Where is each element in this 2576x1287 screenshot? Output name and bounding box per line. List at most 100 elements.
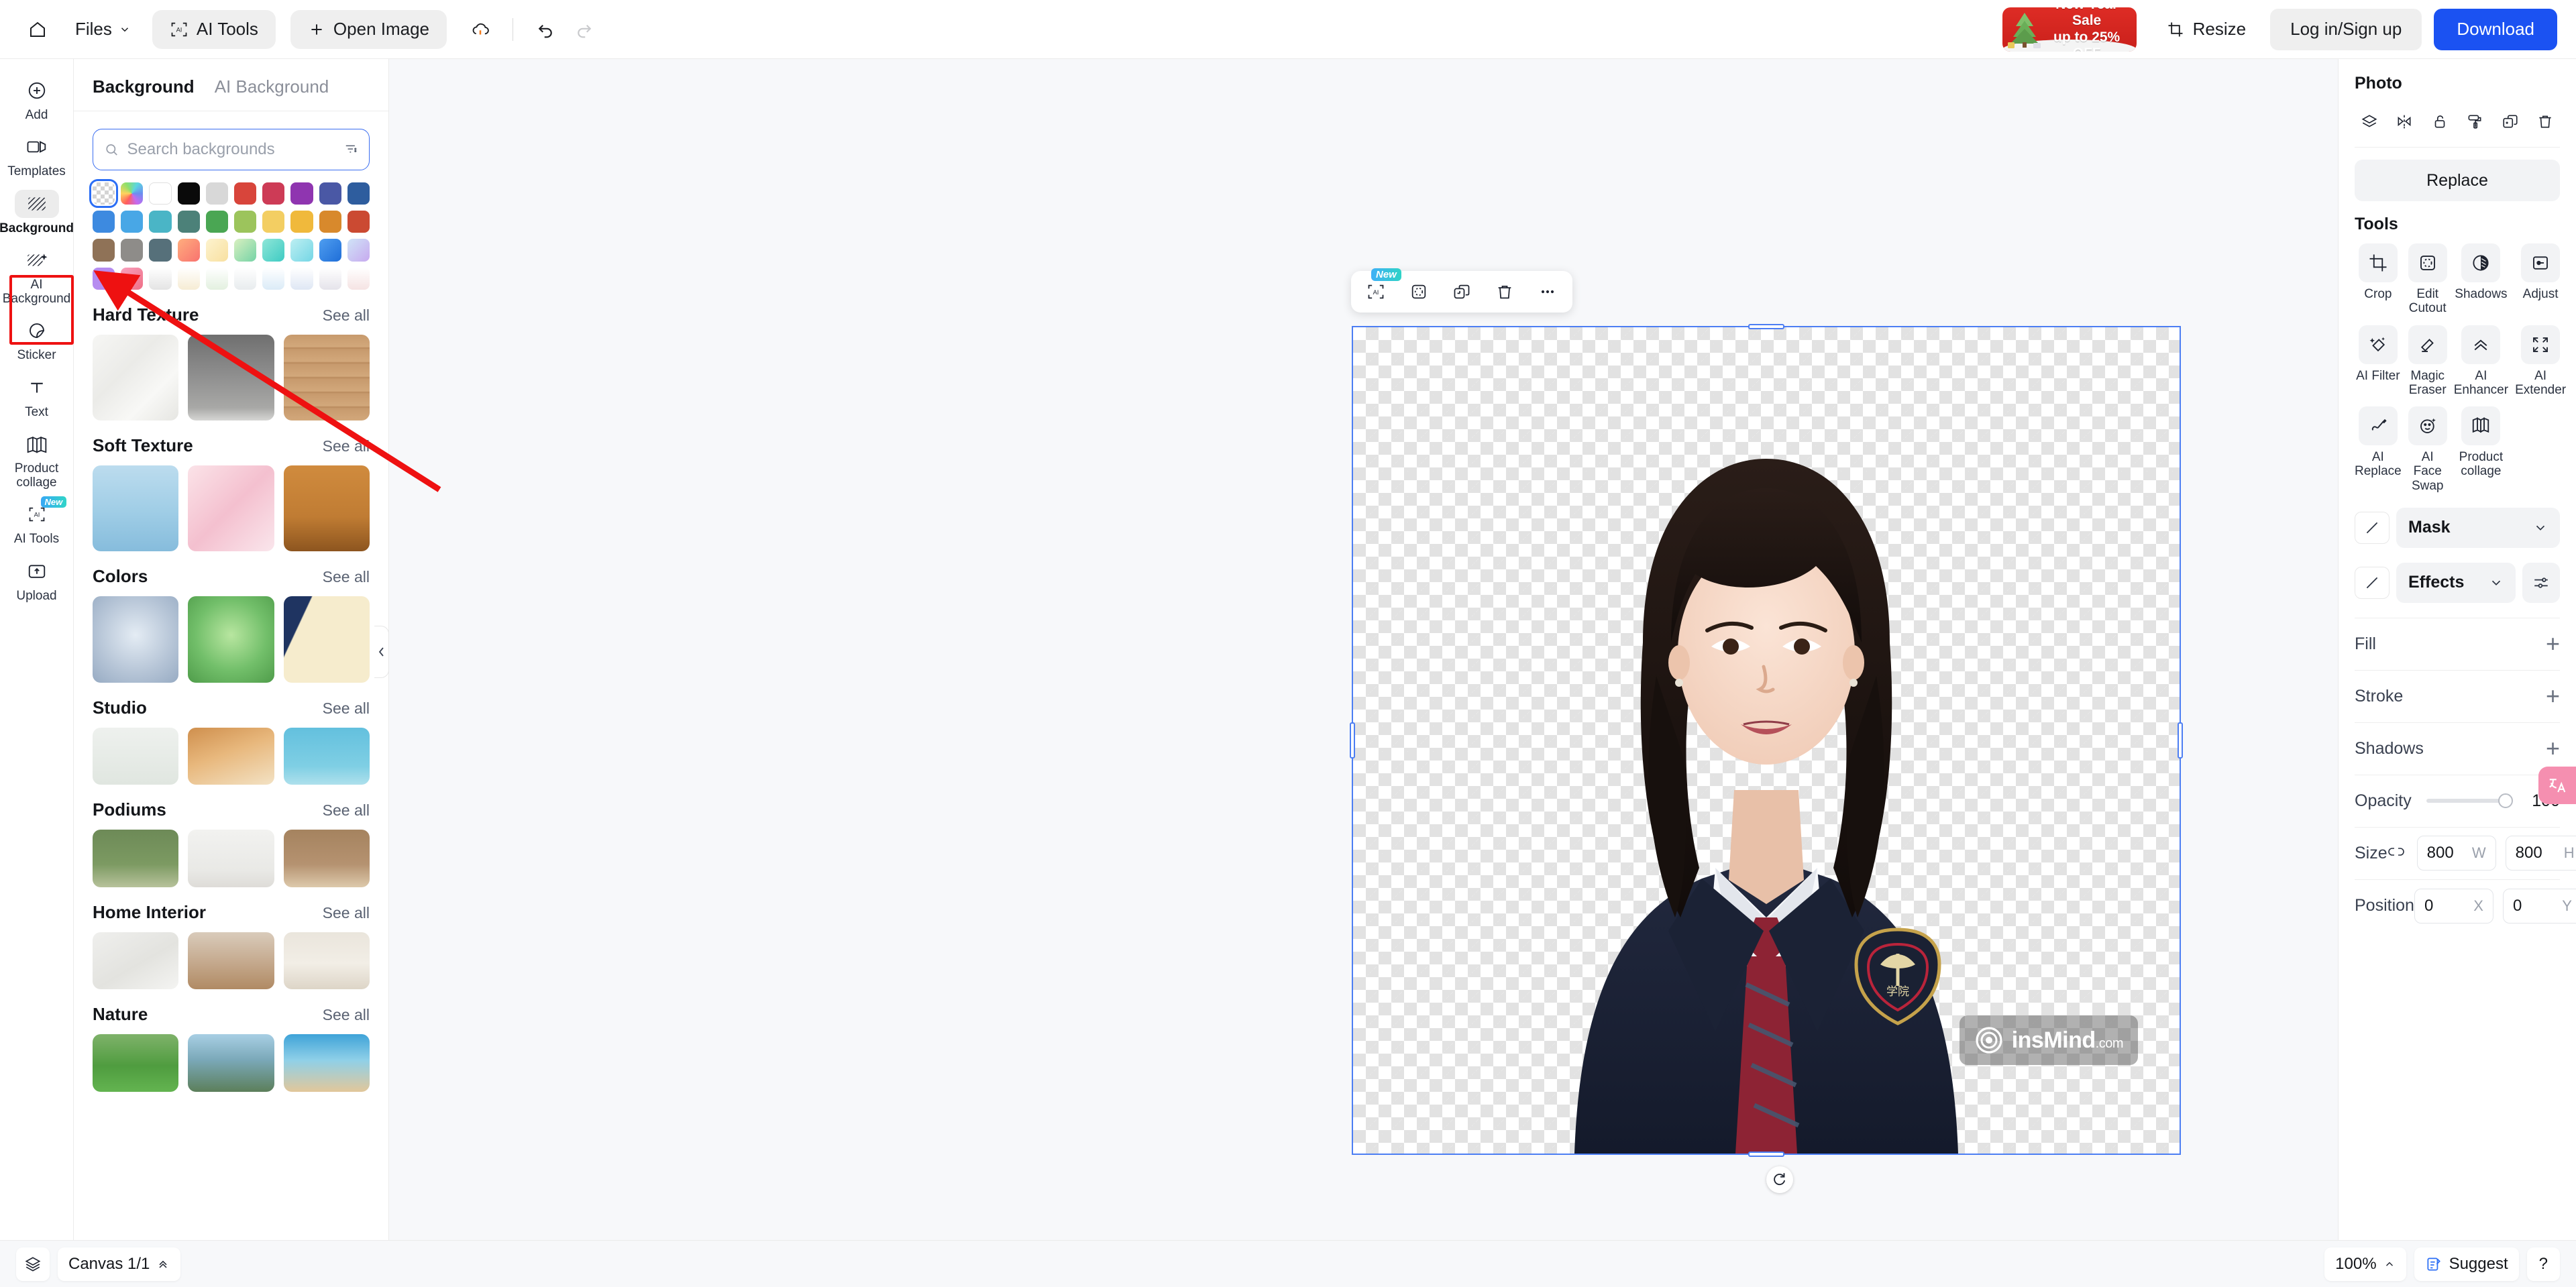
color-swatch-pale-grey[interactable] <box>149 267 172 290</box>
suggest-button[interactable]: Suggest <box>2414 1247 2519 1281</box>
position-y-input[interactable]: 0 Y <box>2502 888 2576 924</box>
color-swatch-orange-brown[interactable] <box>319 211 341 233</box>
effects-sliders-button[interactable] <box>2522 562 2560 603</box>
mask-toggle[interactable]: Mask <box>2396 507 2560 548</box>
stroke-add-button[interactable]: + <box>2546 684 2560 708</box>
see-all-link[interactable]: See all <box>323 306 370 325</box>
resize-handle-bottom[interactable] <box>1748 1152 1784 1157</box>
background-thumb-white-marble[interactable] <box>93 334 179 421</box>
color-swatch-azure[interactable] <box>93 211 115 233</box>
effects-toggle[interactable]: Effects <box>2396 562 2516 603</box>
unlock-icon[interactable] <box>2426 108 2453 135</box>
duplicate-icon[interactable] <box>1448 278 1476 306</box>
more-icon[interactable] <box>1534 278 1562 306</box>
sidebar-item-text[interactable]: Text <box>2 368 72 423</box>
background-thumb-water-splash[interactable] <box>93 465 179 552</box>
tool-ai-enhancer[interactable]: AI Enhancer <box>2454 325 2508 398</box>
resize-handle-right[interactable] <box>2178 722 2183 759</box>
stroke-row[interactable]: Stroke + <box>2355 671 2560 723</box>
rotate-handle[interactable] <box>1766 1166 1793 1193</box>
sidebar-item-ai-background[interactable]: AI Background <box>2 241 72 311</box>
color-swatch-teal-grey[interactable] <box>177 211 200 233</box>
color-swatch-indigo[interactable] <box>319 182 341 205</box>
color-swatch-white[interactable] <box>149 182 172 205</box>
color-swatch-aqua-gradient[interactable] <box>262 239 285 262</box>
search-backgrounds-field[interactable] <box>93 129 370 170</box>
paint-roller-icon[interactable] <box>2461 108 2488 135</box>
canvas-pager[interactable]: Canvas 1/1 <box>58 1247 181 1281</box>
cloud-upload-icon[interactable] <box>463 12 498 47</box>
color-swatch-pink-gradient[interactable] <box>121 267 144 290</box>
color-swatch-pale-rose[interactable] <box>347 267 370 290</box>
see-all-link[interactable]: See all <box>323 904 370 922</box>
color-swatch-lilac-gradient[interactable] <box>347 239 370 262</box>
color-swatch-steel-blue[interactable] <box>347 182 370 205</box>
color-swatch-pale-sky[interactable] <box>262 267 285 290</box>
resize-button[interactable]: Resize <box>2154 11 2258 48</box>
sidebar-item-ai-tools[interactable]: New AI AI Tools <box>2 495 72 550</box>
fill-row[interactable]: Fill + <box>2355 618 2560 671</box>
background-thumb-gold-drapes[interactable] <box>188 727 274 785</box>
canvas-image-frame[interactable]: 学院 insMind.com <box>1350 324 2183 1157</box>
ai-tools-button[interactable]: AI AI Tools <box>152 9 276 49</box>
background-thumb-blue-studio[interactable] <box>283 727 370 785</box>
tool-magic-eraser[interactable]: Magic Eraser <box>2408 325 2447 398</box>
help-button[interactable]: ? <box>2526 1247 2560 1281</box>
see-all-link[interactable]: See all <box>323 568 370 586</box>
background-thumb-tan-podium[interactable] <box>283 830 370 887</box>
background-thumb-green-podium[interactable] <box>93 830 179 887</box>
color-swatch-warm-grey[interactable] <box>121 239 144 262</box>
background-thumb-green-radial[interactable] <box>188 596 274 683</box>
translate-fab[interactable] <box>2538 767 2576 804</box>
sidebar-item-upload[interactable]: Upload <box>2 552 72 607</box>
color-swatch-olive-green[interactable] <box>234 211 257 233</box>
layers-button[interactable] <box>16 1247 50 1281</box>
delete-icon[interactable] <box>1491 278 1519 306</box>
background-thumb-white-wall-vase[interactable] <box>93 932 179 990</box>
effects-thumbnail[interactable] <box>2355 566 2390 599</box>
tool-edit-cutout[interactable]: Edit Cutout <box>2408 243 2447 316</box>
login-signup-button[interactable]: Log in/Sign up <box>2270 8 2422 50</box>
color-swatch-cyan[interactable] <box>149 211 172 233</box>
download-button[interactable]: Download <box>2434 8 2557 50</box>
width-input[interactable]: 800 W <box>2416 836 2496 871</box>
color-swatch-violet[interactable] <box>93 267 115 290</box>
delete-icon[interactable] <box>2532 108 2559 135</box>
tool-ai-filter[interactable]: AI Filter <box>2355 325 2402 398</box>
tool-product-collage[interactable]: Product collage <box>2454 406 2508 493</box>
replace-button[interactable]: Replace <box>2355 160 2560 201</box>
tool-ai-extender[interactable]: AI Extender <box>2515 325 2566 398</box>
redo-icon[interactable] <box>567 12 602 47</box>
color-swatch-gold[interactable] <box>262 211 285 233</box>
tool-crop[interactable]: Crop <box>2355 243 2402 316</box>
canvas-area[interactable]: New AI 学院 insMind.com <box>389 59 2338 1240</box>
home-icon[interactable] <box>19 11 56 48</box>
tab-ai-background[interactable]: AI Background <box>215 76 329 97</box>
color-swatch-pale-silver[interactable] <box>234 267 257 290</box>
color-swatch-slate[interactable] <box>149 239 172 262</box>
color-swatch-pale-blue[interactable] <box>290 267 313 290</box>
flip-icon[interactable] <box>2391 108 2418 135</box>
background-thumb-grey-concrete[interactable] <box>188 334 274 421</box>
height-input[interactable]: 800 H <box>2505 836 2576 871</box>
background-thumb-wood-planks[interactable] <box>283 334 370 421</box>
background-thumb-navy-cream-split[interactable] <box>283 596 370 683</box>
color-swatch-crimson[interactable] <box>262 182 285 205</box>
color-swatch-mint-gradient[interactable] <box>234 239 257 262</box>
color-swatch-blue-gradient[interactable] <box>319 239 341 262</box>
fill-add-button[interactable]: + <box>2546 632 2560 656</box>
ai-tools-icon[interactable]: New AI <box>1362 268 1401 306</box>
tool-shadows[interactable]: Shadows <box>2454 243 2508 316</box>
background-thumb-white-studio-plants[interactable] <box>93 727 179 785</box>
color-swatch-brick[interactable] <box>347 211 370 233</box>
sidebar-item-product-collage[interactable]: Product collage <box>2 425 72 494</box>
color-swatch-pale-mint[interactable] <box>205 267 229 290</box>
undo-icon[interactable] <box>528 12 563 47</box>
background-thumb-beach-sand[interactable] <box>283 1034 370 1092</box>
search-input[interactable] <box>127 140 335 159</box>
background-thumb-green-meadow[interactable] <box>93 1034 179 1092</box>
duplicate-icon[interactable] <box>2497 108 2524 135</box>
sidebar-item-add[interactable]: Add <box>2 71 72 126</box>
see-all-link[interactable]: See all <box>323 1006 370 1024</box>
promo-banner[interactable]: New Year Sale up to 25% OFF <box>2002 7 2137 52</box>
